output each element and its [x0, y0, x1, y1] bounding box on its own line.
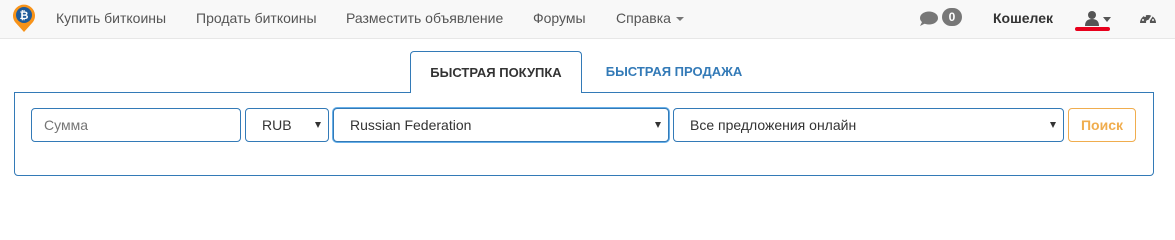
caret-down-icon: [315, 122, 321, 128]
nav-help-dropdown[interactable]: Справка: [616, 10, 684, 26]
user-menu-dropdown[interactable]: [1085, 10, 1113, 28]
bitcoin-logo-icon[interactable]: ₿: [11, 3, 37, 33]
amount-input[interactable]: [31, 108, 241, 142]
nav-help-label: Справка: [616, 10, 671, 26]
top-navbar: ₿ Купить биткоины Продать биткоины Разме…: [0, 0, 1175, 39]
currency-select-value: RUB: [262, 117, 292, 133]
chat-bubble-icon[interactable]: [919, 11, 939, 27]
nav-forums[interactable]: Форумы: [533, 10, 586, 26]
caret-down-icon: [1050, 122, 1056, 128]
offer-type-select[interactable]: Все предложения онлайн: [673, 108, 1064, 142]
search-button[interactable]: Поиск: [1068, 108, 1136, 142]
nav-post-ad[interactable]: Разместить объявление: [346, 10, 503, 26]
wallet-link[interactable]: Кошелек: [993, 10, 1053, 26]
caret-down-icon: [655, 122, 661, 128]
caret-down-icon: [675, 17, 684, 22]
tab-quick-sell[interactable]: БЫСТРАЯ ПРОДАЖА: [582, 51, 766, 93]
offer-type-select-value: Все предложения онлайн: [690, 117, 857, 133]
svg-text:₿: ₿: [20, 9, 29, 22]
messages-badge[interactable]: 0: [942, 8, 962, 26]
country-select-value: Russian Federation: [350, 117, 472, 133]
currency-select[interactable]: RUB: [245, 108, 329, 142]
user-icon: [1085, 11, 1111, 26]
dashboard-icon[interactable]: [1139, 10, 1157, 26]
annotation-underline: [1075, 27, 1110, 31]
nav-buy-bitcoins[interactable]: Купить биткоины: [56, 10, 166, 26]
tab-quick-buy[interactable]: БЫСТРАЯ ПОКУПКА: [410, 51, 582, 93]
nav-sell-bitcoins[interactable]: Продать биткоины: [196, 10, 317, 26]
country-select[interactable]: Russian Federation: [333, 108, 669, 142]
